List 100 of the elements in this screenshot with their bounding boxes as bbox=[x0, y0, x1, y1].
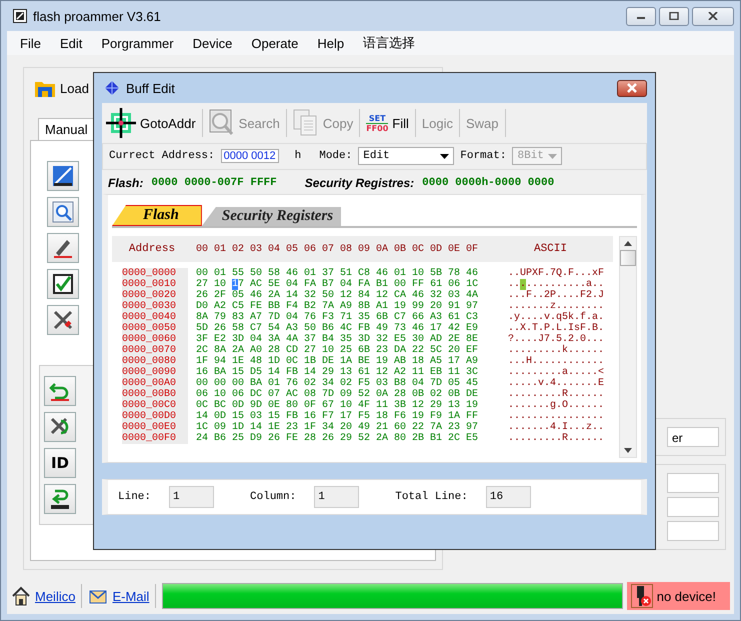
address-cell-text: 0000_0020 bbox=[122, 290, 178, 301]
hex-bytes: 24 B6 25 D9 26 FE 28 26 29 52 2A 80 2B B1 2C E5 bbox=[196, 433, 480, 444]
caret-icon bbox=[548, 154, 558, 158]
flash-label: Flash: bbox=[108, 176, 144, 190]
target-button[interactable]: GotoAddr bbox=[104, 108, 198, 138]
security-label: Security Registres: bbox=[304, 176, 414, 190]
window-title: flash proammer V3.61 bbox=[33, 8, 161, 24]
menu-item[interactable]: File bbox=[20, 36, 41, 50]
checkmark-icon bbox=[52, 273, 74, 295]
hex-bytes: 2C 8A 2A A0 28 CD 27 10 25 6B 23 DA 22 5C 20 EF bbox=[196, 345, 480, 356]
text-field[interactable] bbox=[667, 473, 719, 493]
column-header: 00 01 02 03 04 05 06 07 08 09 0A 0B 0C 0D 0E 0F bbox=[195, 244, 480, 254]
address-label: Currect Address: bbox=[109, 150, 215, 162]
close-icon bbox=[708, 12, 718, 20]
close-icon bbox=[626, 83, 638, 93]
total-line-field[interactable]: 16 bbox=[486, 486, 531, 508]
address-field[interactable]: 0000 0012 bbox=[220, 149, 279, 163]
address-cell-text: 0000_00A0 bbox=[122, 378, 178, 389]
close-button[interactable] bbox=[617, 80, 647, 96]
copy-icon bbox=[292, 109, 319, 137]
scroll-thumb[interactable] bbox=[620, 250, 636, 266]
hex-bytes: 0C BC 0D 9D 0E 80 0F 67 10 4F 11 3B 12 29 13 19 bbox=[196, 400, 480, 411]
address-cell-text: 0000_0000 bbox=[122, 268, 178, 279]
line-label: Line: bbox=[118, 491, 152, 503]
status-text: no device! bbox=[656, 588, 716, 604]
tab[interactable]: Flash bbox=[112, 205, 202, 226]
minimize-button[interactable] bbox=[626, 6, 656, 26]
scrollbar[interactable] bbox=[619, 236, 637, 458]
text-field[interactable] bbox=[667, 497, 719, 517]
hex-bytes: 06 10 06 DC 07 AC 08 7D 09 52 0A 28 0B 02 0B DE bbox=[196, 389, 480, 400]
search-icon bbox=[52, 201, 74, 223]
link[interactable]: Meilico bbox=[35, 588, 76, 604]
hex-bytes: 8A 79 83 A7 7D 04 76 F3 71 35 6B C7 66 A3 61 C3 bbox=[196, 312, 480, 323]
cube-icon bbox=[104, 80, 120, 96]
menu-item[interactable]: Edit bbox=[60, 36, 82, 50]
text-field[interactable] bbox=[667, 521, 719, 541]
mode-label: Mode: bbox=[319, 150, 352, 162]
column-label: Column: bbox=[250, 491, 296, 503]
line-field[interactable]: 1 bbox=[169, 486, 214, 508]
caret-icon bbox=[440, 154, 450, 158]
pencil-button[interactable] bbox=[47, 233, 79, 263]
ascii-text: .........k...... bbox=[508, 345, 604, 356]
mode-dropdown[interactable]: Edit bbox=[358, 147, 454, 165]
link[interactable]: E-Mail bbox=[112, 588, 150, 604]
address-cell-text: 0000_00F0 bbox=[122, 433, 178, 444]
tools-button[interactable] bbox=[47, 305, 79, 335]
hex-bytes: 14 0D 15 03 15 FB 16 F7 17 F5 18 F6 19 F9 1A FF bbox=[196, 411, 480, 422]
download-button[interactable] bbox=[44, 484, 76, 514]
hex-bytes: 26 2F 05 46 2A 14 32 50 12 84 12 CA 46 32 03 4A bbox=[196, 290, 480, 301]
menu-item[interactable]: Operate bbox=[251, 36, 298, 50]
menu-item[interactable]: Device bbox=[192, 36, 232, 50]
id-button[interactable]: ID bbox=[44, 448, 76, 478]
ascii-text: .....v.4.......E bbox=[508, 378, 604, 389]
menu-item[interactable]: 语言选择 bbox=[363, 34, 416, 52]
hex-bytes: 00 01 55 50 58 46 01 37 51 C8 46 01 10 5B 78 46 bbox=[196, 268, 480, 279]
search-icon bbox=[208, 109, 235, 137]
total-line-label: Total Line: bbox=[395, 491, 468, 503]
close-button[interactable] bbox=[692, 6, 734, 26]
tools-arrow-button[interactable] bbox=[44, 412, 76, 442]
tab[interactable]: Manual bbox=[38, 118, 95, 140]
maximize-button[interactable] bbox=[659, 6, 689, 26]
tab[interactable]: Security Registers bbox=[202, 207, 342, 226]
ascii-text: ................ bbox=[508, 411, 604, 422]
hex-bytes: 16 BA 15 D5 14 FB 14 29 13 61 12 A2 11 EB 11 3C bbox=[196, 367, 480, 378]
undo-arrow-icon bbox=[49, 380, 71, 402]
ascii-text: .............a.. bbox=[508, 279, 604, 290]
check-button[interactable] bbox=[47, 269, 79, 299]
menu-item[interactable]: Porgrammer bbox=[101, 36, 174, 50]
ascii-text: ..UPXF.7Q.F...xF bbox=[508, 268, 604, 279]
house-icon bbox=[11, 586, 31, 606]
arrow-bar-icon bbox=[49, 488, 71, 510]
text-field[interactable]: er bbox=[667, 427, 719, 447]
hex-bytes: 5D 26 58 C7 54 A3 50 B6 4C FB 49 73 46 17 42 E9 bbox=[196, 323, 480, 334]
search-button[interactable] bbox=[47, 197, 79, 227]
address-cell-text: 0000_0050 bbox=[122, 323, 178, 334]
address-cell-text: 0000_0060 bbox=[122, 334, 178, 345]
address-cell-text: 0000_0080 bbox=[122, 356, 178, 367]
address-cell-text: 0000_0010 bbox=[122, 279, 178, 290]
menu-item[interactable]: Help bbox=[317, 36, 344, 50]
scroll-down-icon bbox=[624, 448, 632, 453]
column-field[interactable]: 1 bbox=[314, 486, 360, 508]
erase-button[interactable] bbox=[47, 161, 79, 191]
ascii-text: ...F..2P....F2.J bbox=[508, 290, 604, 301]
undo-button[interactable] bbox=[44, 376, 76, 406]
ascii-text: .........R...... bbox=[508, 433, 604, 444]
load-button[interactable]: Load bbox=[30, 76, 93, 100]
ascii-text: .........R...... bbox=[508, 389, 604, 400]
unit-label: h bbox=[294, 150, 302, 162]
ascii-text: .y....v.q5k.f.a. bbox=[508, 312, 604, 323]
pencil-icon bbox=[52, 237, 74, 259]
ascii-text: .........a.....< bbox=[508, 367, 604, 378]
plug-error-icon bbox=[630, 584, 653, 608]
dialog-title: Buff Edit bbox=[126, 80, 175, 96]
address-cell-text: 0000_0070 bbox=[122, 345, 178, 356]
address-cell-text: 0000_00D0 bbox=[122, 411, 178, 422]
address-cell-text: 0000_0040 bbox=[122, 312, 178, 323]
hex-bytes: 1F 94 1E 48 1D 0C 1B DE 1A BE 19 AB 18 A5 17 A9 bbox=[196, 356, 480, 367]
app-icon bbox=[13, 9, 27, 23]
ascii-text: ?....J7.5.2.0... bbox=[508, 334, 604, 345]
ascii-text: ..X.T.P.L.IsF.B. bbox=[508, 323, 604, 334]
